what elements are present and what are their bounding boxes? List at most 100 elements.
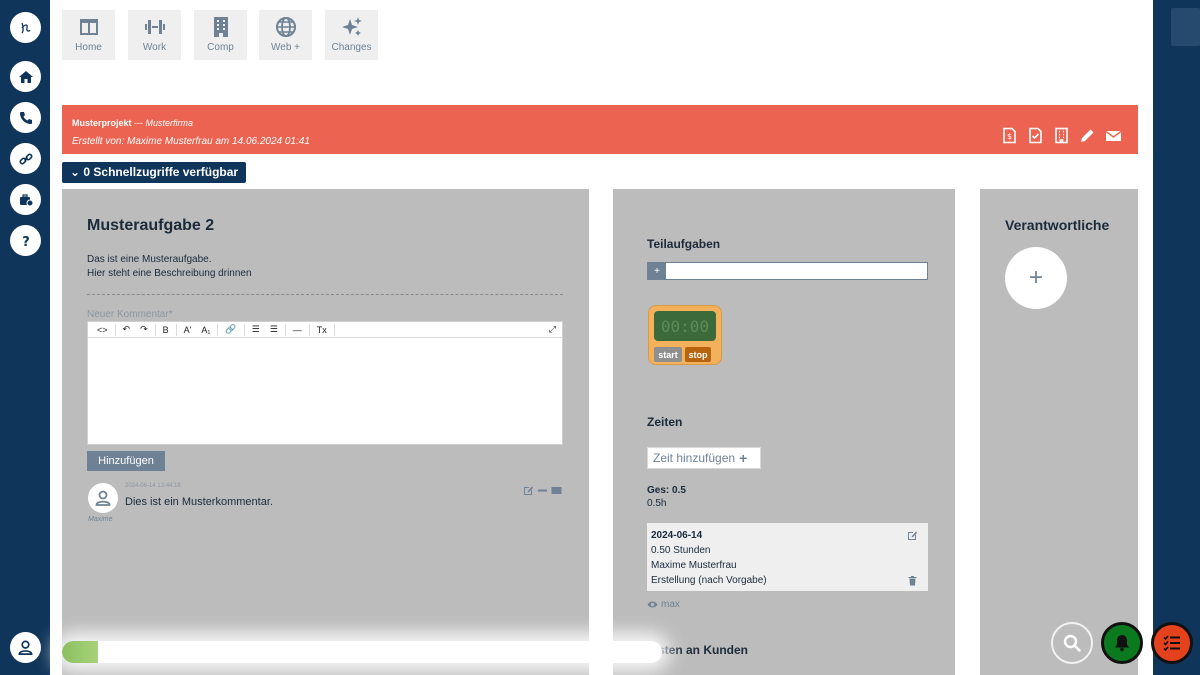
time-entry-hours: 0.50 Stunden	[651, 545, 711, 556]
checklist-icon	[1163, 635, 1180, 652]
banner-actions: $	[1001, 127, 1122, 144]
link-button[interactable]: 🔗	[220, 324, 241, 335]
created-by: Erstellt von: Maxime Musterfrau am 14.06…	[72, 136, 310, 147]
tile-web[interactable]: Web +	[259, 10, 312, 60]
help-icon[interactable]: ?	[10, 225, 41, 256]
edit-icon[interactable]	[907, 530, 918, 541]
search-button[interactable]	[1051, 622, 1093, 664]
horizontal-rule-button[interactable]: —	[288, 325, 307, 335]
fullscreen-icon[interactable]: ⤢	[549, 324, 562, 335]
envelope-icon[interactable]	[1105, 127, 1122, 144]
dumbbell-icon	[144, 20, 165, 34]
document-check-icon[interactable]	[1027, 127, 1044, 144]
unordered-list-button[interactable]: ☰	[247, 324, 265, 335]
bold-button[interactable]: B	[158, 325, 174, 335]
toolbar-separator	[154, 323, 156, 336]
sparkles-icon	[341, 17, 362, 36]
code-view-button[interactable]: <>	[92, 325, 113, 335]
briefcase-clock-icon[interactable]	[10, 184, 41, 215]
minus-icon[interactable]	[537, 485, 548, 496]
pencil-icon[interactable]	[1079, 127, 1096, 144]
tile-changes[interactable]: Changes	[325, 10, 378, 60]
add-responsible-button[interactable]: +	[1005, 247, 1067, 309]
add-comment-button[interactable]: Hinzufügen	[87, 451, 165, 471]
building-icon	[213, 17, 228, 37]
home-icon[interactable]	[10, 61, 41, 92]
add-subtask-button[interactable]: +	[648, 263, 666, 279]
trash-icon[interactable]	[907, 575, 918, 586]
avatar	[88, 483, 118, 513]
link-icon[interactable]	[10, 143, 41, 174]
comment-date: 2024-06-14 13:44:18	[125, 483, 181, 489]
timer-start-button[interactable]: start	[654, 347, 682, 362]
left-sidebar: ?	[0, 0, 50, 675]
user-icon	[95, 490, 111, 506]
task-title: Musteraufgabe 2	[87, 217, 215, 234]
comment-editor[interactable]: <> ↶ ↷ B A' A₁ 🔗 ☰ ☰ — Tx ⤢	[87, 321, 563, 445]
time-entry-type: Erstellung (nach Vorgabe)	[651, 575, 767, 586]
timer-stop-button[interactable]: stop	[685, 347, 711, 362]
add-time-button[interactable]: Zeit hinzufügen +	[647, 447, 761, 469]
responsible-title: Verantwortliche	[1005, 217, 1110, 233]
task-list-button[interactable]	[1151, 622, 1193, 664]
details-panel: Teilaufgaben + 00:00 start stop Zeiten Z…	[613, 189, 955, 675]
time-entry-person: Maxime Musterfrau	[651, 560, 737, 571]
timer-display: 00:00	[654, 311, 716, 341]
comment-label: Neuer Kommentar*	[87, 309, 173, 320]
clear-format-button[interactable]: Tx	[312, 325, 332, 335]
logo-icon[interactable]	[10, 12, 41, 43]
time-entry-date: 2024-06-14	[651, 530, 703, 541]
globe-icon	[275, 17, 296, 37]
add-time-label: Zeit hinzufügen	[653, 451, 736, 465]
eye-icon	[647, 601, 658, 608]
superscript-button[interactable]: A'	[179, 325, 197, 335]
toolbar-separator	[114, 323, 116, 336]
project-name[interactable]: Musterprojekt	[72, 118, 132, 128]
bell-icon	[1115, 635, 1129, 652]
tile-home[interactable]: Home	[62, 10, 115, 60]
toolbar-separator	[333, 323, 335, 336]
times-title: Zeiten	[647, 415, 683, 429]
undo-button[interactable]: ↶	[118, 324, 136, 335]
total-hours: 0.5h	[647, 498, 667, 509]
svg-text:?: ?	[22, 235, 30, 249]
project-line: Musterprojekt --- Musterfirma	[72, 118, 193, 128]
toolbar-separator	[284, 323, 286, 336]
comment-actions	[523, 485, 562, 496]
subtask-input[interactable]: +	[647, 262, 928, 280]
phone-icon[interactable]	[10, 102, 41, 133]
subscript-button[interactable]: A₁	[196, 325, 215, 335]
project-separator: ---	[131, 118, 146, 128]
company-name[interactable]: Musterfirma	[146, 118, 194, 128]
subtasks-title: Teilaufgaben	[647, 237, 721, 251]
edit-icon[interactable]	[523, 485, 534, 496]
task-description-line-1: Das ist eine Musteraufgabe.	[87, 254, 212, 265]
plus-icon: +	[739, 450, 748, 466]
rail-panel-toggle[interactable]	[1171, 8, 1200, 46]
progress-fill	[62, 641, 98, 663]
tile-comp[interactable]: Comp	[194, 10, 247, 60]
costs-title: sten an Kunden	[658, 643, 749, 657]
company-building-icon[interactable]	[1053, 127, 1070, 144]
user-profile-icon[interactable]	[10, 632, 41, 663]
columns-icon	[79, 19, 98, 35]
total-time: Ges: 0.5	[647, 485, 686, 496]
responsible-panel: Verantwortliche +	[980, 189, 1138, 675]
tile-comp-label: Comp	[207, 42, 234, 53]
stopwatch: 00:00 start stop	[648, 305, 722, 365]
redo-button[interactable]: ↷	[135, 324, 153, 335]
ordered-list-button[interactable]: ☰	[265, 324, 283, 335]
toolbar-separator	[175, 323, 177, 336]
toolbar-separator	[217, 323, 219, 336]
editor-toolbar: <> ↶ ↷ B A' A₁ 🔗 ☰ ☰ — Tx ⤢	[88, 322, 562, 338]
tile-work[interactable]: Work	[128, 10, 181, 60]
tile-changes-label: Changes	[331, 42, 372, 53]
notifications-button[interactable]	[1101, 622, 1143, 664]
show-max-link[interactable]: max	[647, 599, 680, 610]
task-panel: Musteraufgabe 2 Das ist eine Musteraufga…	[62, 189, 589, 675]
invoice-icon[interactable]: $	[1001, 127, 1018, 144]
time-entry: 2024-06-14 0.50 Stunden Maxime Musterfra…	[647, 523, 928, 591]
max-label: max	[661, 599, 680, 610]
mail-icon[interactable]	[551, 485, 562, 496]
quick-access-toggle[interactable]: ⌄ 0 Schnellzugriffe verfügbar	[62, 162, 247, 183]
